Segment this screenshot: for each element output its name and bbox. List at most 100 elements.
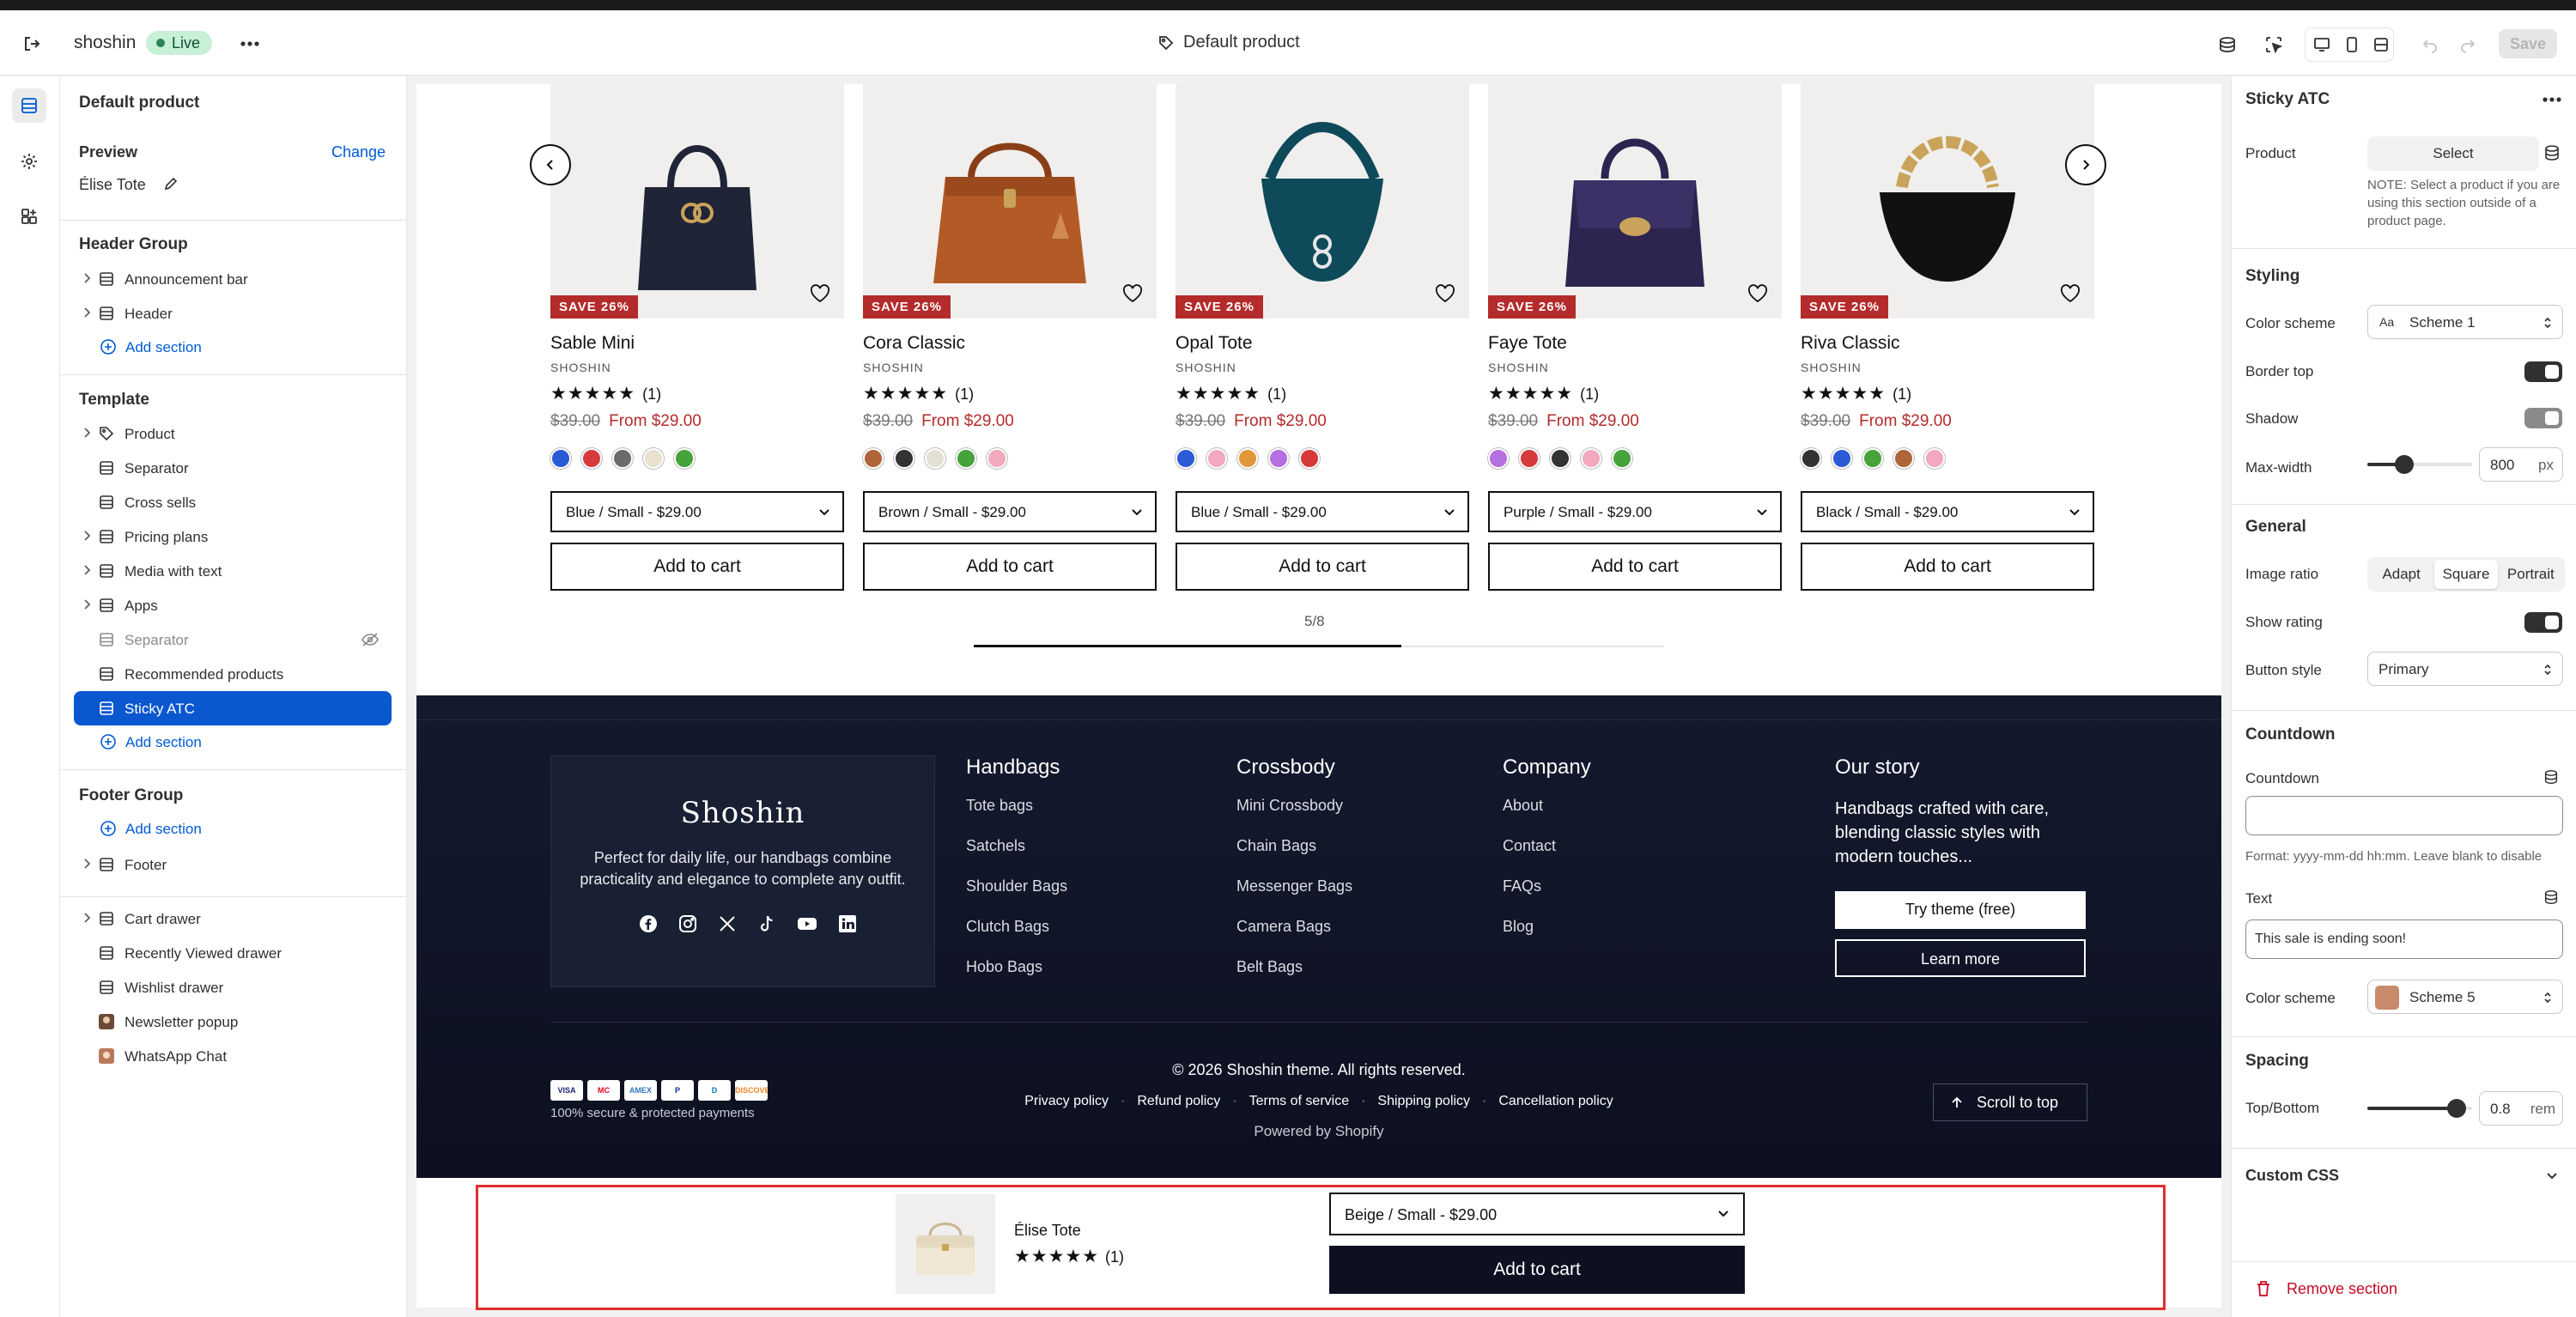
color-swatch[interactable] [674, 448, 695, 469]
color-swatch[interactable] [1801, 448, 1821, 469]
section-product[interactable]: Product [74, 416, 392, 451]
add-to-cart-button[interactable]: Add to cart [1488, 543, 1782, 591]
section-separator[interactable]: Separator [74, 451, 392, 485]
sticky-variant-select[interactable]: Beige / Small - $29.00 [1329, 1193, 1745, 1235]
section-header[interactable]: Header [74, 296, 392, 331]
show-rating-toggle[interactable] [2524, 612, 2562, 633]
dynamic-source-icon[interactable] [2543, 143, 2561, 162]
apps-icon[interactable] [12, 199, 46, 234]
store-name[interactable]: shoshin [74, 33, 136, 53]
product-image[interactable] [1801, 84, 2094, 319]
carousel-next-button[interactable] [2065, 144, 2106, 185]
policy-link[interactable]: Terms of service [1249, 1094, 1349, 1109]
policy-link[interactable]: Shipping policy [1377, 1094, 1470, 1109]
footer-link[interactable]: FAQs [1503, 877, 1591, 895]
chevron-right-icon[interactable] [82, 912, 91, 924]
variant-select[interactable]: Blue / Small - $29.00 [550, 491, 844, 532]
product-image[interactable] [550, 84, 844, 319]
section-wishlist-drawer[interactable]: Wishlist drawer [74, 970, 392, 1004]
max-width-slider-track[interactable] [2367, 455, 2472, 474]
more-actions-icon[interactable] [235, 29, 264, 58]
max-width-input[interactable]: 800 px [2479, 447, 2563, 482]
color-scheme-select[interactable]: Aa Scheme 1 [2367, 305, 2563, 339]
fullscreen-icon[interactable] [2367, 31, 2395, 58]
color-swatch[interactable] [1924, 448, 1945, 469]
color-swatch[interactable] [1176, 448, 1196, 469]
add-to-cart-button[interactable]: Add to cart [1176, 543, 1469, 591]
footer-link[interactable]: Hobo Bags [966, 958, 1067, 976]
policy-link[interactable]: Cancellation policy [1498, 1094, 1613, 1109]
section-announcement-bar[interactable]: Announcement bar [74, 262, 392, 296]
add-to-cart-button[interactable]: Add to cart [863, 543, 1157, 591]
section-apps[interactable]: Apps [74, 588, 392, 622]
image-ratio-option[interactable]: Portrait [2500, 560, 2562, 589]
footer-brand-logo[interactable]: Shoshin [551, 796, 934, 830]
section-cart-drawer[interactable]: Cart drawer [74, 901, 392, 936]
learn-more-button[interactable]: Learn more [1835, 939, 2086, 977]
max-width-slider-thumb[interactable] [2394, 455, 2414, 474]
youtube-icon[interactable] [797, 914, 817, 933]
color-swatch[interactable] [1581, 448, 1601, 469]
section-footer[interactable]: Footer [74, 847, 392, 882]
change-preview-link[interactable]: Change [331, 143, 386, 161]
add-to-cart-button[interactable]: Add to cart [1801, 543, 2094, 591]
color-swatch[interactable] [1832, 448, 1852, 469]
footer-link[interactable]: Tote bags [966, 797, 1067, 815]
database-icon[interactable] [2214, 31, 2241, 58]
color-swatch[interactable] [612, 448, 633, 469]
desktop-icon[interactable] [2308, 31, 2336, 58]
chevron-right-icon[interactable] [82, 564, 91, 576]
variant-select[interactable]: Blue / Small - $29.00 [1176, 491, 1469, 532]
instagram-icon[interactable] [678, 914, 697, 933]
wishlist-heart-icon[interactable] [810, 284, 830, 303]
countdown-text-input[interactable]: This sale is ending soon! [2245, 919, 2563, 959]
product-image[interactable] [1488, 84, 1782, 319]
scroll-to-top-button[interactable]: Scroll to top [1933, 1083, 2087, 1121]
color-swatch[interactable] [956, 448, 976, 469]
dynamic-source-icon[interactable] [2543, 889, 2560, 906]
variant-select[interactable]: Brown / Small - $29.00 [863, 491, 1157, 532]
chevron-right-icon[interactable] [82, 858, 91, 870]
border-top-toggle[interactable] [2524, 361, 2562, 382]
footer-link[interactable]: Camera Bags [1236, 918, 1352, 936]
more-options-icon[interactable] [2543, 97, 2561, 102]
button-style-select[interactable]: Primary [2367, 652, 2563, 686]
color-swatch[interactable] [1862, 448, 1883, 469]
try-theme-button[interactable]: Try theme (free) [1835, 891, 2086, 929]
chevron-down-icon[interactable] [2546, 1172, 2558, 1180]
color-swatch[interactable] [987, 448, 1007, 469]
inspector-icon[interactable] [2260, 31, 2287, 58]
color-swatch[interactable] [1519, 448, 1540, 469]
pencil-icon[interactable] [163, 176, 179, 191]
tiktok-icon[interactable] [757, 914, 776, 933]
wishlist-heart-icon[interactable] [1747, 284, 1768, 303]
color-swatch[interactable] [894, 448, 914, 469]
color-swatch[interactable] [1237, 448, 1258, 469]
shadow-toggle[interactable] [2524, 408, 2562, 428]
chevron-right-icon[interactable] [82, 427, 91, 439]
color-swatch[interactable] [863, 448, 884, 469]
save-button[interactable]: Save [2499, 29, 2557, 58]
product-title[interactable]: Cora Classic [863, 333, 965, 354]
wishlist-heart-icon[interactable] [1435, 284, 1455, 303]
footer-link[interactable]: Clutch Bags [966, 918, 1067, 936]
section-whatsapp-chat[interactable]: WhatsApp Chat [74, 1039, 392, 1073]
sticky-add-to-cart-button[interactable]: Add to cart [1329, 1246, 1745, 1294]
footer-link[interactable]: Shoulder Bags [966, 877, 1067, 895]
footer-link[interactable]: Chain Bags [1236, 837, 1352, 855]
product-title[interactable]: Riva Classic [1801, 333, 1900, 354]
product-title[interactable]: Sable Mini [550, 333, 635, 354]
spacing-slider-track[interactable] [2367, 1099, 2472, 1118]
section-recommended-products[interactable]: Recommended products [74, 657, 392, 691]
color-swatch[interactable] [1206, 448, 1227, 469]
image-ratio-option[interactable]: Square [2434, 560, 2498, 589]
section-cross-sells[interactable]: Cross sells [74, 485, 392, 519]
carousel-prev-button[interactable] [530, 144, 571, 185]
facebook-icon[interactable] [639, 914, 658, 933]
wishlist-heart-icon[interactable] [2060, 284, 2081, 303]
chevron-right-icon[interactable] [82, 306, 91, 319]
section-separator-hidden[interactable]: Separator [74, 622, 392, 657]
redo-icon[interactable] [2454, 31, 2482, 58]
chevron-right-icon[interactable] [82, 530, 91, 542]
color-swatch[interactable] [925, 448, 945, 469]
